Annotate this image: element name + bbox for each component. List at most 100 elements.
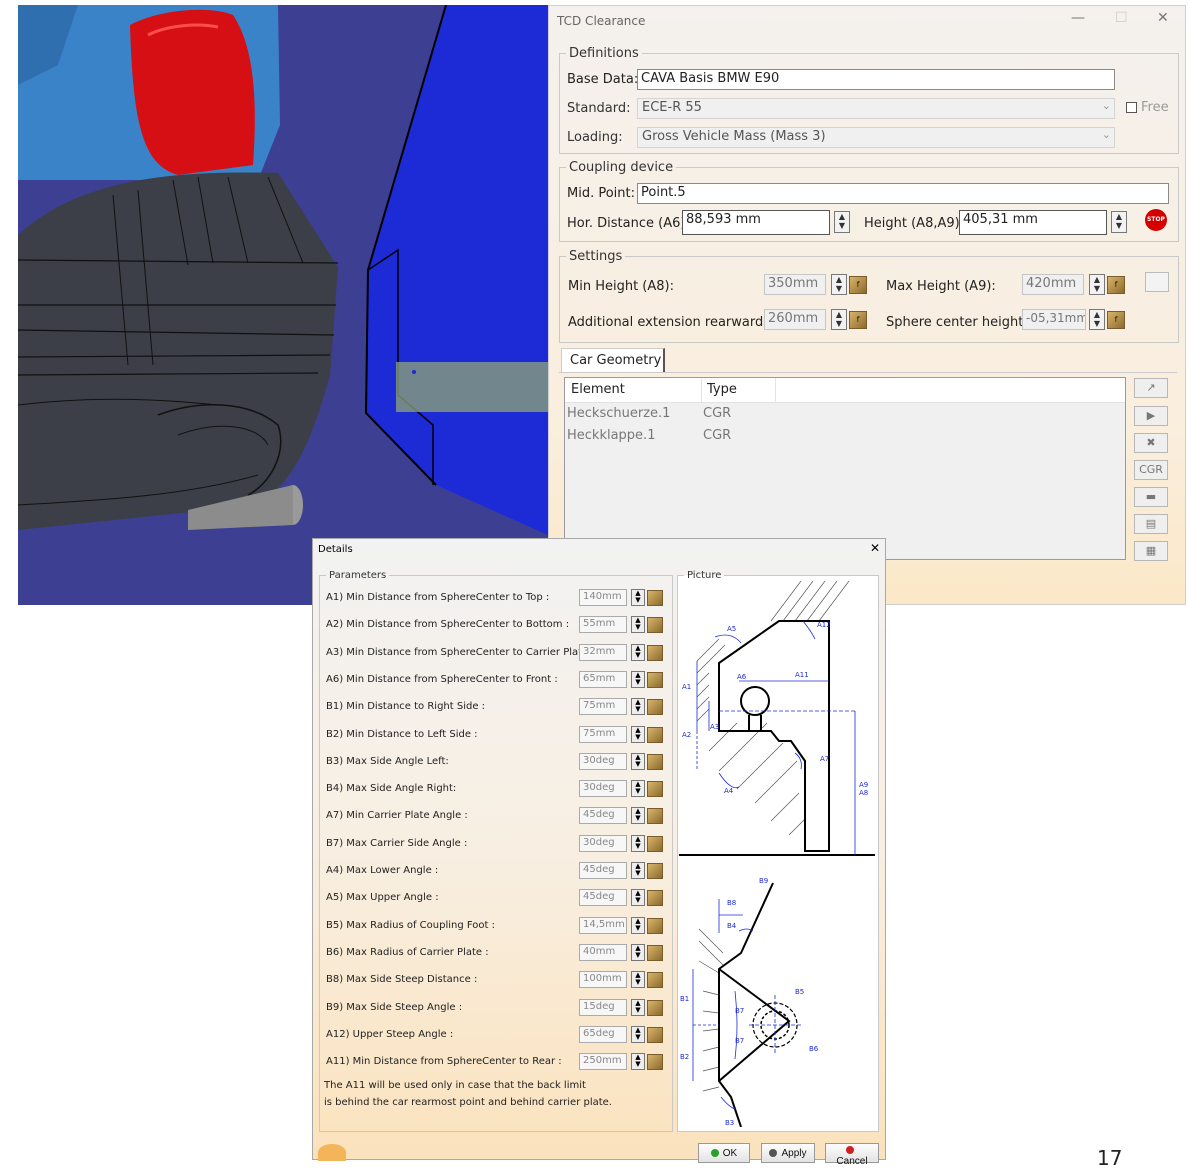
formula-icon[interactable] xyxy=(647,781,663,797)
height-spinner[interactable]: ▲ ▼ xyxy=(1111,211,1127,233)
parameter-value-field[interactable]: 45deg xyxy=(579,889,627,906)
formula-icon[interactable] xyxy=(647,645,663,661)
height-field[interactable]: 405,31 mm xyxy=(959,210,1107,235)
table-row[interactable]: Heckschuerze.1 CGR xyxy=(565,404,1125,424)
parameter-value-field[interactable]: 30deg xyxy=(579,835,627,852)
formula-icon[interactable] xyxy=(647,836,663,852)
parameter-spinner[interactable]: ▲ ▼ xyxy=(631,726,645,743)
hor-distance-spinner[interactable]: ▲ ▼ xyxy=(834,211,850,233)
parameter-value-field[interactable]: 140mm xyxy=(579,589,627,606)
base-data-field[interactable]: CAVA Basis BMW E90 xyxy=(637,69,1115,90)
additional-extension-formula-icon[interactable]: f xyxy=(849,311,867,329)
label-a9: A9 xyxy=(859,781,868,789)
parameter-spinner[interactable]: ▲ ▼ xyxy=(631,698,645,715)
parameter-spinner[interactable]: ▲ ▼ xyxy=(631,671,645,688)
parameter-value-field[interactable]: 55mm xyxy=(579,616,627,633)
formula-icon[interactable] xyxy=(647,918,663,934)
parameter-spinner[interactable]: ▲ ▼ xyxy=(631,807,645,824)
tab-car-geometry[interactable]: Car Geometry xyxy=(561,348,665,372)
formula-icon[interactable] xyxy=(647,727,663,743)
parameter-spinner[interactable]: ▲ ▼ xyxy=(631,1053,645,1070)
close-icon[interactable]: ✕ xyxy=(1157,10,1169,26)
parameter-spinner[interactable]: ▲ ▼ xyxy=(631,917,645,934)
layers-icon-button[interactable]: ▤ xyxy=(1134,514,1168,534)
parameter-spinner[interactable]: ▲ ▼ xyxy=(631,889,645,906)
max-height-formula-icon[interactable]: f xyxy=(1107,276,1125,294)
parameter-value-field[interactable]: 40mm xyxy=(579,944,627,961)
formula-icon[interactable] xyxy=(647,1054,663,1070)
add-element-button[interactable]: ▶ xyxy=(1134,406,1168,426)
column-header[interactable]: Type xyxy=(707,382,737,397)
parameter-value-field[interactable]: 45deg xyxy=(579,862,627,879)
standard-select[interactable]: ECE-R 55 ⌄ xyxy=(637,98,1115,119)
formula-icon[interactable] xyxy=(647,1027,663,1043)
part-icon-button[interactable]: ▬ xyxy=(1134,487,1168,507)
stop-icon[interactable]: STOP xyxy=(1145,209,1167,231)
parameter-spinner[interactable]: ▲ ▼ xyxy=(631,753,645,770)
label-b9: B9 xyxy=(759,877,768,885)
formula-icon[interactable] xyxy=(647,590,663,606)
apply-button[interactable]: Apply xyxy=(761,1143,815,1163)
parameter-spinner[interactable]: ▲ ▼ xyxy=(631,944,645,961)
formula-icon[interactable] xyxy=(647,754,663,770)
parameter-value-field[interactable]: 32mm xyxy=(579,644,627,661)
min-height-field[interactable]: 350mm xyxy=(764,274,826,295)
free-checkbox[interactable] xyxy=(1126,102,1137,113)
formula-icon[interactable] xyxy=(647,617,663,633)
max-height-field[interactable]: 420mm xyxy=(1022,274,1084,295)
maximize-icon[interactable]: ☐ xyxy=(1115,10,1128,26)
additional-extension-field[interactable]: 260mm xyxy=(764,309,826,330)
preview-icon[interactable] xyxy=(1145,272,1169,292)
3d-viewport[interactable] xyxy=(18,5,548,605)
formula-icon[interactable] xyxy=(647,945,663,961)
formula-icon[interactable] xyxy=(647,808,663,824)
ok-button[interactable]: OK xyxy=(698,1143,750,1163)
sphere-center-spinner[interactable]: ▲ ▼ xyxy=(1089,309,1105,330)
additional-extension-spinner[interactable]: ▲ ▼ xyxy=(831,309,847,330)
parameter-value-field[interactable]: 250mm xyxy=(579,1053,627,1070)
minimize-icon[interactable]: — xyxy=(1071,10,1085,26)
parameter-value-field[interactable]: 100mm xyxy=(579,971,627,988)
remove-element-button[interactable]: ✖ xyxy=(1134,433,1168,453)
sphere-center-formula-icon[interactable]: f xyxy=(1107,311,1125,329)
cgr-button[interactable]: CGR xyxy=(1134,460,1168,480)
parameter-spinner[interactable]: ▲ ▼ xyxy=(631,862,645,879)
hor-distance-field[interactable]: 88,593 mm xyxy=(682,210,830,235)
formula-icon[interactable] xyxy=(647,1000,663,1016)
formula-icon[interactable] xyxy=(647,863,663,879)
parameter-row: B5) Max Radius of Coupling Foot : 14,5mm ▲… xyxy=(313,917,673,937)
parameter-value-field[interactable]: 30deg xyxy=(579,780,627,797)
column-header[interactable]: Element xyxy=(571,382,625,397)
parameter-spinner[interactable]: ▲ ▼ xyxy=(631,835,645,852)
table-row[interactable]: Heckklappe.1 CGR xyxy=(565,426,1125,446)
parameter-value-field[interactable]: 15deg xyxy=(579,999,627,1016)
parameter-spinner[interactable]: ▲ ▼ xyxy=(631,1026,645,1043)
parameter-value-field[interactable]: 65mm xyxy=(579,671,627,688)
formula-icon[interactable] xyxy=(647,672,663,688)
loading-select[interactable]: Gross Vehicle Mass (Mass 3) ⌄ xyxy=(637,127,1115,148)
cancel-button[interactable]: Cancel xyxy=(825,1143,879,1167)
parameter-spinner[interactable]: ▲ ▼ xyxy=(631,999,645,1016)
parameter-value-field[interactable]: 65deg xyxy=(579,1026,627,1043)
grid-icon-button[interactable]: ▦ xyxy=(1134,541,1168,561)
parameter-spinner[interactable]: ▲ ▼ xyxy=(631,780,645,797)
parameter-spinner[interactable]: ▲ ▼ xyxy=(631,589,645,606)
parameter-spinner[interactable]: ▲ ▼ xyxy=(631,971,645,988)
parameter-value-field[interactable]: 75mm xyxy=(579,726,627,743)
parameter-spinner[interactable]: ▲ ▼ xyxy=(631,644,645,661)
max-height-spinner[interactable]: ▲ ▼ xyxy=(1089,274,1105,295)
formula-icon[interactable] xyxy=(647,890,663,906)
parameter-value-field[interactable]: 45deg xyxy=(579,807,627,824)
select-element-button[interactable]: ↗ xyxy=(1134,378,1168,398)
min-height-formula-icon[interactable]: f xyxy=(849,276,867,294)
parameter-value-field[interactable]: 75mm xyxy=(579,698,627,715)
min-height-spinner[interactable]: ▲ ▼ xyxy=(831,274,847,295)
parameter-value-field[interactable]: 14,5mm xyxy=(579,917,627,934)
formula-icon[interactable] xyxy=(647,972,663,988)
parameter-spinner[interactable]: ▲ ▼ xyxy=(631,616,645,633)
mid-point-field[interactable]: Point.5 xyxy=(637,183,1169,204)
close-icon[interactable]: ✕ xyxy=(870,541,880,555)
sphere-center-field[interactable]: -05,31mm xyxy=(1022,309,1086,330)
parameter-value-field[interactable]: 30deg xyxy=(579,753,627,770)
formula-icon[interactable] xyxy=(647,699,663,715)
